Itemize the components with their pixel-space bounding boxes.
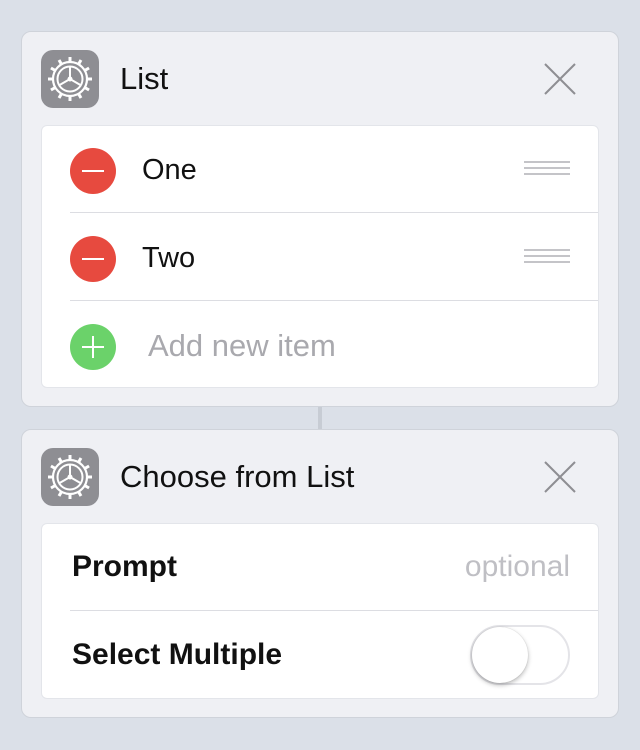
gear-icon [41,448,99,506]
remove-item-button[interactable] [70,236,116,282]
drag-handle-icon[interactable] [524,249,570,265]
add-item-row [42,302,598,387]
drag-handle-icon[interactable] [524,161,570,177]
select-multiple-toggle[interactable] [470,625,570,685]
divider [70,610,598,611]
list-action-card: List One Two [21,31,619,407]
action-connector [318,407,322,429]
remove-item-button[interactable] [70,148,116,194]
divider [70,212,598,213]
card-title: List [120,61,169,96]
list-item: Two [42,214,598,301]
prompt-label: Prompt [72,550,177,583]
select-multiple-row: Select Multiple [42,612,598,698]
close-icon[interactable] [542,61,578,97]
gear-icon [41,50,99,108]
select-multiple-label: Select Multiple [72,638,283,671]
card-header: Choose from List [22,430,618,524]
parameters-container: Prompt Select Multiple [41,523,599,699]
list-items-container: One Two [41,125,599,388]
divider [70,300,598,301]
prompt-row: Prompt [42,524,598,611]
add-item-input[interactable] [148,327,498,365]
prompt-input[interactable] [370,549,570,585]
card-title: Choose from List [120,459,355,494]
list-item: One [42,126,598,213]
close-icon[interactable] [542,459,578,495]
choose-from-list-action-card: Choose from List Prompt Select Multiple [21,429,619,718]
list-item-label: Two [142,242,196,274]
toggle-knob [472,627,528,683]
card-header: List [22,32,618,126]
add-item-button[interactable] [70,324,116,370]
list-item-label: One [142,154,197,186]
